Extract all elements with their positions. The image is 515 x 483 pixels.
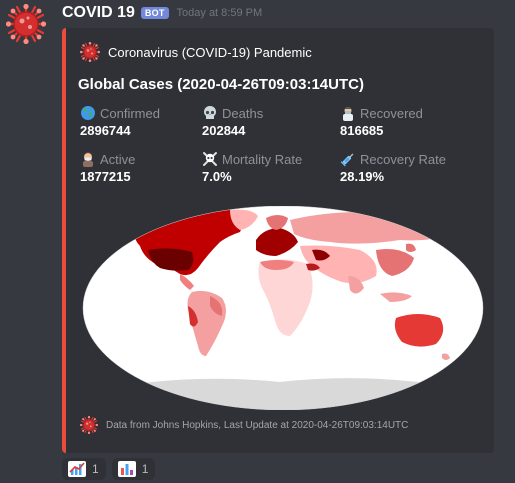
sick-face-icon [83,152,93,167]
field-value: 202844 [202,123,246,138]
field-value: 28.19% [340,169,385,184]
virus-icon [80,42,100,62]
field-confirmed: Confirmed 2896744 [80,105,210,139]
reaction-count: 1 [141,462,149,476]
reaction-bar-chart[interactable]: 1 [111,458,156,480]
field-deaths: Deaths 202844 [202,105,332,139]
message-timestamp: Today at 8:59 PM [176,7,263,19]
field-name: Recovery Rate [360,151,446,167]
field-name: Active [100,151,136,167]
syringe-icon [340,153,354,167]
field-mortality-rate: Mortality Rate 7.0% [202,151,332,185]
field-name: Deaths [222,105,264,121]
bar-chart-icon [117,461,136,477]
field-value: 2896744 [80,123,131,138]
bot-badge: BOT [140,7,169,19]
earth-icon [81,106,95,120]
field-value: 1877215 [80,169,131,184]
virus-icon [80,416,98,434]
world-map-image[interactable] [80,205,486,411]
field-name: Mortality Rate [222,151,303,167]
username[interactable]: COVID 19 [62,4,135,22]
message-header: COVID 19 BOT Today at 8:59 PM [62,3,262,23]
reactions-bar: 1 1 [62,458,156,480]
embed-footer: Data from Johns Hopkins, Last Update at … [80,416,408,434]
field-recovered: Recovered 816685 [340,105,470,139]
embed-author: Coronavirus (COVID-19) Pandemic [80,42,312,62]
field-name: Confirmed [100,105,160,121]
field-active: Active 1877215 [80,151,210,185]
embed-footer-text: Data from Johns Hopkins, Last Update at … [106,419,409,431]
field-recovery-rate: Recovery Rate 28.19% [340,151,470,185]
embed-title: Global Cases (2020-04-26T09:03:14UTC) [78,76,364,93]
bot-avatar[interactable] [4,2,48,46]
chart-increasing-icon [68,461,86,477]
virus-icon [4,2,48,46]
doctor-icon [343,107,353,121]
embed: Coronavirus (COVID-19) Pandemic Global C… [62,28,494,453]
field-value: 816685 [340,123,384,138]
reaction-chart-increasing[interactable]: 1 [62,458,106,480]
skull-icon [204,106,216,119]
embed-author-name: Coronavirus (COVID-19) Pandemic [108,44,312,60]
field-name: Recovered [360,105,423,121]
field-value: 7.0% [202,169,232,184]
reaction-count: 1 [92,462,99,476]
skull-crossbones-icon [203,152,217,166]
